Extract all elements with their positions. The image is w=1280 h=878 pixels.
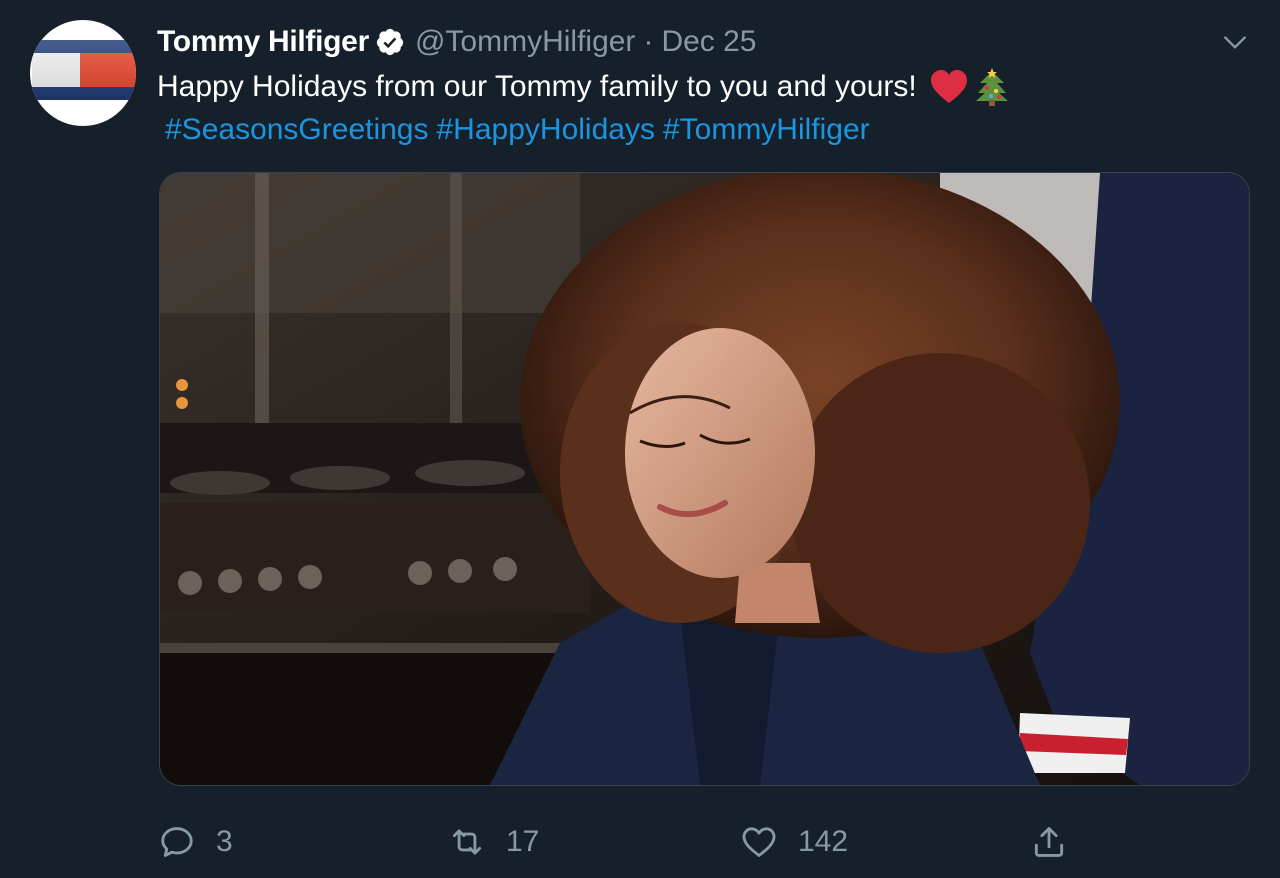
reply-icon	[161, 827, 193, 857]
share-icon	[1034, 827, 1064, 857]
tweet-text: Happy Holidays from our Tommy family to …	[157, 66, 1009, 108]
separator-dot: ·	[643, 25, 654, 58]
share-button[interactable]	[1030, 818, 1068, 866]
tweet-header: Tommy Hilfiger @TommyHilfiger · Dec 25	[157, 24, 757, 60]
tweet-date[interactable]: Dec 25	[661, 25, 756, 59]
avatar[interactable]	[30, 20, 136, 126]
author-name[interactable]: Tommy Hilfiger	[157, 25, 369, 59]
hashtag-link[interactable]: #TommyHilfiger	[663, 113, 870, 146]
hashtag-link[interactable]: #HappyHolidays	[437, 113, 655, 146]
photo-illustration	[160, 173, 1249, 785]
red-heart-icon	[930, 70, 967, 103]
retweet-button[interactable]: 17	[448, 818, 539, 866]
like-count: 142	[798, 825, 849, 858]
tweet-text-body: Happy Holidays from our Tommy family to …	[157, 70, 917, 103]
hashtags: #SeasonsGreetings #HappyHolidays #TommyHil…	[165, 110, 878, 150]
chevron-down-icon[interactable]	[1222, 30, 1248, 56]
tommy-flag-logo	[32, 40, 136, 100]
tweet[interactable]: Tommy Hilfiger @TommyHilfiger · Dec 25 H…	[0, 0, 1280, 878]
retweet-count: 17	[506, 825, 540, 858]
reply-count: 3	[216, 825, 233, 858]
author-handle[interactable]: @TommyHilfiger	[415, 25, 635, 59]
tweet-photo[interactable]	[159, 172, 1250, 786]
tweet-actions: 3 17 142	[0, 818, 1280, 866]
verified-badge-icon	[376, 28, 404, 56]
like-button[interactable]: 142	[740, 818, 848, 866]
hashtag-link[interactable]: #SeasonsGreetings	[165, 113, 429, 146]
like-icon	[742, 827, 776, 857]
christmas-tree-icon	[975, 68, 1008, 106]
reply-button[interactable]: 3	[158, 818, 233, 866]
retweet-icon	[452, 829, 482, 855]
